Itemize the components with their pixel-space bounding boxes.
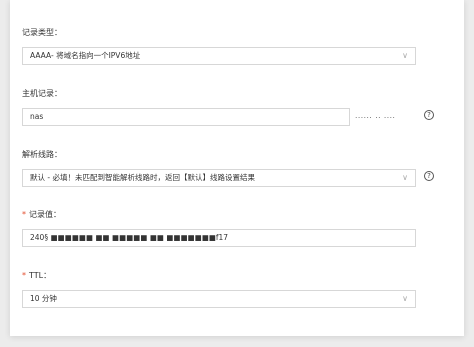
ttl-label-text: TTL： (29, 271, 52, 280)
record-type-select[interactable]: AAAA- 将域名指向一个IPV6地址 ∨ (22, 47, 416, 65)
chevron-down-icon: ∨ (402, 294, 408, 303)
resolve-line-label: 解析线路： (22, 150, 62, 159)
required-mark: * (22, 271, 26, 280)
resolve-line-select[interactable]: 默认 - 必填！未匹配到智能解析线路时，返回【默认】线路设置结果 ∨ (22, 169, 416, 187)
ttl-select[interactable]: 10 分钟 ∨ (22, 290, 416, 308)
record-value-value: 240§ ■■■■■■ ■■ ■■■■■ ■■ ■■■■■■■f17 (30, 233, 229, 242)
record-value-input[interactable]: 240§ ■■■■■■ ■■ ■■■■■ ■■ ■■■■■■■f17 (22, 229, 416, 247)
chevron-down-icon: ∨ (402, 51, 408, 60)
chevron-down-icon: ∨ (402, 173, 408, 182)
record-value-label-text: 记录值： (29, 210, 61, 219)
help-icon[interactable]: ? (424, 171, 434, 181)
record-type-label: 记录类型： (22, 28, 62, 37)
dns-record-form: 记录类型： AAAA- 将域名指向一个IPV6地址 ∨ 主机记录： nas ..… (10, 0, 464, 336)
record-value-label: * 记录值： (22, 210, 61, 220)
resolve-line-value: 默认 - 必填！未匹配到智能解析线路时，返回【默认】线路设置结果 (30, 173, 255, 182)
host-record-value: nas (30, 112, 44, 121)
record-type-value: AAAA- 将域名指向一个IPV6地址 (30, 51, 141, 60)
ttl-label: * TTL： (22, 271, 51, 281)
host-record-label: 主机记录： (22, 89, 62, 98)
ttl-value: 10 分钟 (30, 294, 57, 303)
required-mark: * (22, 210, 26, 219)
host-record-input[interactable]: nas (22, 108, 350, 126)
help-icon[interactable]: ? (424, 110, 434, 120)
domain-suffix: ...... .. .... (355, 111, 396, 120)
